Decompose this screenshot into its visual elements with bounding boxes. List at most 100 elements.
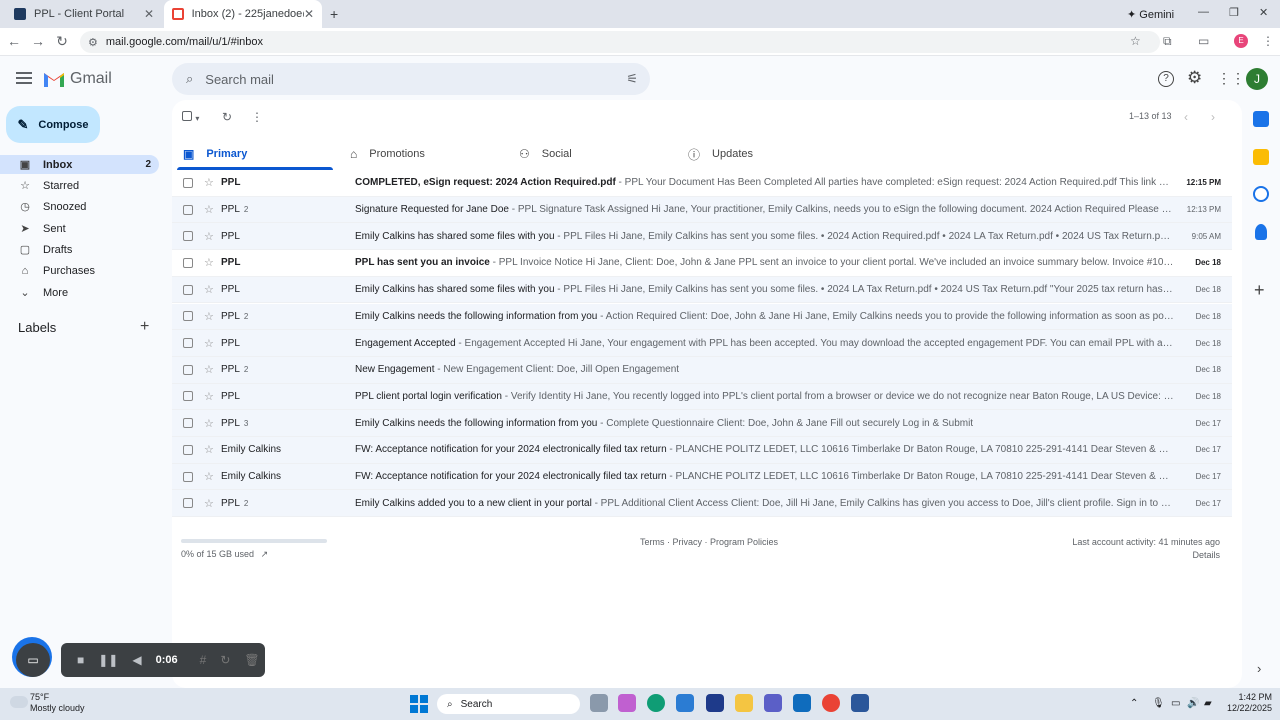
star-icon[interactable]: ☆	[204, 256, 214, 269]
email-row[interactable]: ☆ PPL PPL has sent you an invoice - PPL In…	[172, 250, 1232, 277]
email-row[interactable]: ☆ Emily Calkins FW: Acceptance notificatio…	[172, 437, 1232, 464]
tab-social[interactable]: ⚇ Social	[519, 138, 572, 170]
taskbar-clock[interactable]: 1:42 PM 12/22/2025	[1222, 692, 1272, 714]
weather-widget[interactable]: 75°F Mostly cloudy	[30, 692, 85, 714]
star-icon[interactable]: ☆	[204, 230, 214, 243]
camera-icon[interactable]: ▭	[16, 643, 50, 677]
prev-page-icon[interactable]: ‹	[1184, 110, 1188, 124]
battery-icon[interactable]: ▰	[1204, 698, 1212, 709]
refresh-icon[interactable]: ↻	[222, 110, 232, 124]
row-checkbox[interactable]	[183, 364, 193, 375]
add-addon-icon[interactable]: +	[1254, 280, 1265, 301]
row-checkbox[interactable]	[183, 498, 193, 509]
star-icon[interactable]: ☆	[204, 390, 214, 403]
gemini-button[interactable]: ✦ Gemini	[1127, 8, 1174, 21]
row-checkbox[interactable]	[183, 391, 193, 402]
volume-icon[interactable]: 🔊	[1187, 698, 1199, 709]
email-row[interactable]: ☆ Emily Calkins FW: Acceptance notificatio…	[172, 463, 1232, 491]
main-menu-icon[interactable]	[16, 72, 32, 87]
contacts-icon[interactable]	[1255, 224, 1267, 240]
site-info-icon[interactable]: ⚙	[88, 36, 98, 49]
star-icon[interactable]: ☆	[204, 363, 214, 376]
select-all-checkbox[interactable]: ▾	[182, 110, 199, 124]
teams-icon[interactable]	[764, 694, 782, 712]
outlook-icon[interactable]	[793, 694, 811, 712]
mute-icon[interactable]: ◀	[132, 653, 141, 667]
close-icon[interactable]: ✕	[304, 7, 314, 21]
trash-icon[interactable]: 🗑	[244, 653, 259, 667]
sidebar-item-inbox[interactable]: ▣ Inbox 2	[0, 155, 159, 174]
email-row[interactable]: ☆ PPL COMPLETED, eSign request: 2024 Actio…	[172, 170, 1232, 197]
email-row[interactable]: ☆ PPL 2 Emily Calkins added you to a new cl…	[172, 490, 1232, 518]
edge-icon[interactable]	[647, 694, 665, 712]
tasks-icon[interactable]	[1253, 186, 1269, 202]
restart-icon[interactable]: ↻	[220, 653, 230, 667]
browser-tab[interactable]: PPL - Client Portal ✕	[6, 0, 162, 28]
sidebar-item-sent[interactable]: ➤ Sent	[0, 219, 159, 238]
account-avatar[interactable]: J	[1246, 68, 1268, 90]
sidebar-item-starred[interactable]: ☆ Starred	[0, 176, 159, 195]
extensions-icon[interactable]: ⧉	[1163, 34, 1172, 49]
star-icon[interactable]: ☆	[204, 176, 214, 189]
grid-icon[interactable]: #	[200, 653, 207, 667]
word-icon[interactable]	[851, 694, 869, 712]
row-checkbox[interactable]	[183, 204, 193, 215]
maximize-icon[interactable]: ❐	[1229, 6, 1239, 19]
row-checkbox[interactable]	[183, 418, 193, 429]
star-icon[interactable]: ☆	[204, 203, 214, 216]
start-windows-icon[interactable]	[410, 695, 428, 713]
copilot-icon[interactable]	[618, 694, 636, 712]
stop-icon[interactable]: ■	[77, 653, 84, 667]
email-row[interactable]: ☆ PPL 2 New Engagement - New Engagement Cli…	[172, 356, 1232, 384]
email-row[interactable]: ☆ PPL PPL client portal login verification…	[172, 383, 1232, 411]
reload-icon[interactable]: ↻	[52, 33, 72, 50]
url-input[interactable]: ⚙ mail.google.com/mail/u/1/#inbox	[80, 31, 1160, 53]
tab-primary[interactable]: ▣ Primary	[183, 138, 247, 170]
row-checkbox[interactable]	[183, 257, 193, 268]
new-tab-button[interactable]: +	[330, 6, 338, 22]
add-label-icon[interactable]: +	[140, 318, 149, 336]
bookmark-star-icon[interactable]: ☆	[1130, 34, 1141, 48]
star-icon[interactable]: ☆	[204, 470, 214, 483]
profile-avatar[interactable]: E	[1234, 34, 1248, 48]
storage-text[interactable]: 0% of 15 GB used ↗	[181, 549, 268, 560]
search-input[interactable]: ⌕ Search mail ⚟	[172, 63, 650, 95]
wifi-icon[interactable]: ▭	[1171, 698, 1180, 709]
star-icon[interactable]: ☆	[204, 283, 214, 296]
search-icon[interactable]: ⌕	[186, 71, 193, 87]
keep-icon[interactable]	[1253, 149, 1269, 165]
caret-down-icon[interactable]: ▾	[195, 114, 199, 123]
row-checkbox[interactable]	[183, 311, 193, 322]
star-icon[interactable]: ☆	[204, 417, 214, 430]
browser-menu-icon[interactable]: ⋮	[1262, 34, 1274, 48]
details-link[interactable]: Details	[1150, 550, 1220, 560]
email-row[interactable]: ☆ PPL Emily Calkins has shared some files …	[172, 276, 1232, 304]
search-options-icon[interactable]: ⚟	[626, 71, 638, 87]
tab-updates[interactable]: ⓘ Updates	[688, 138, 753, 170]
browser-tab-active[interactable]: Inbox (2) - 225janedoe@gmail... ✕	[164, 0, 322, 28]
email-row[interactable]: ☆ PPL 2 Emily Calkins needs the following i…	[172, 303, 1232, 331]
sidebar-item-drafts[interactable]: ▢ Drafts	[0, 240, 159, 259]
row-checkbox[interactable]	[183, 471, 193, 482]
compose-button[interactable]: ✎ Compose	[6, 106, 100, 143]
more-options-icon[interactable]: ⋮	[251, 110, 263, 124]
email-row[interactable]: ☆ PPL 2 Signature Requested for Jane Doe - …	[172, 196, 1232, 224]
footer-links[interactable]: Terms · Privacy · Program Policies	[640, 537, 778, 547]
external-link-icon[interactable]: ↗	[261, 549, 269, 559]
window-close-icon[interactable]: ✕	[1259, 6, 1268, 19]
row-checkbox[interactable]	[183, 177, 193, 188]
taskbar-search[interactable]: ⌕ Search	[437, 694, 580, 714]
tab-promotions[interactable]: ⌂ Promotions	[350, 138, 425, 170]
sidebar-item-snoozed[interactable]: ◷ Snoozed	[0, 197, 159, 216]
star-icon[interactable]: ☆	[204, 337, 214, 350]
help-icon[interactable]: ?	[1158, 71, 1174, 87]
email-row[interactable]: ☆ PPL Engagement Accepted - Engagement Acc…	[172, 330, 1232, 357]
cast-icon[interactable]: ▭	[1198, 34, 1209, 48]
row-checkbox[interactable]	[183, 338, 193, 349]
email-row[interactable]: ☆ PPL 3 Emily Calkins needs the following i…	[172, 410, 1232, 437]
star-icon[interactable]: ☆	[204, 443, 214, 456]
chrome-icon[interactable]	[822, 694, 840, 712]
task-view-icon[interactable]	[590, 694, 608, 712]
pause-icon[interactable]: ❚❚	[98, 653, 118, 667]
forward-icon[interactable]: →	[28, 33, 48, 49]
